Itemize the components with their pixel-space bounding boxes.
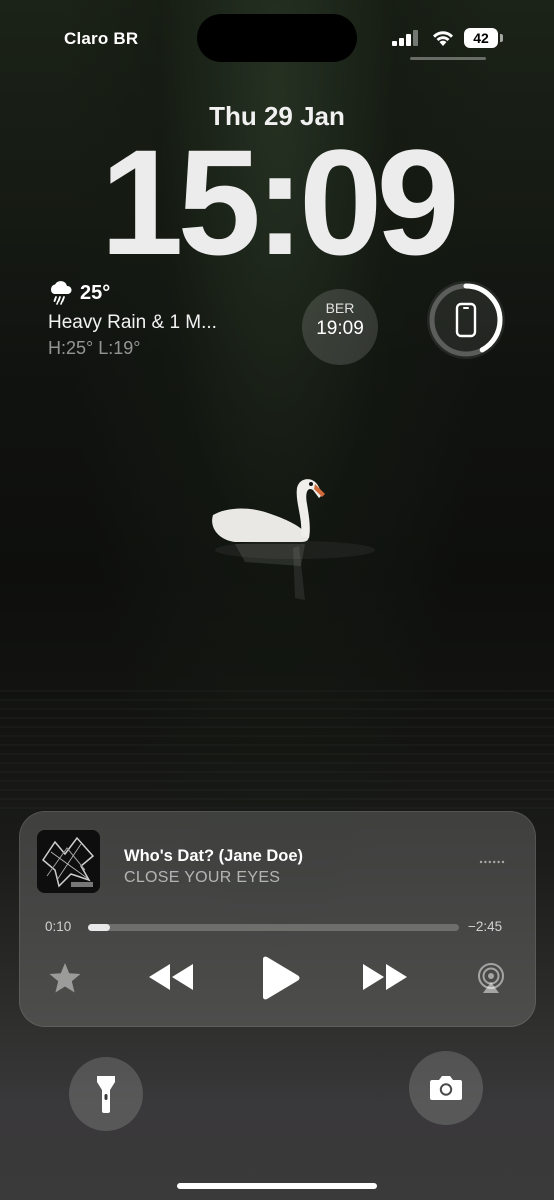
weather-high-low: H:25° L:19° bbox=[48, 338, 141, 358]
remaining-time: −2:45 bbox=[468, 919, 503, 934]
flashlight-icon bbox=[97, 1076, 115, 1113]
battery-widget[interactable] bbox=[427, 281, 505, 359]
playback-progress-fill bbox=[88, 924, 111, 931]
elapsed-time: 0:10 bbox=[45, 919, 72, 934]
home-indicator[interactable] bbox=[177, 1183, 377, 1189]
world-clock-time: 19:09 bbox=[316, 318, 364, 339]
carrier-name: Claro BR bbox=[64, 29, 139, 48]
battery-icon: 42 bbox=[464, 28, 504, 48]
dynamic-island bbox=[197, 14, 357, 62]
now-playing-widget[interactable]: Who's Dat? (Jane Doe) CLOSE YOUR EYES 0:… bbox=[19, 811, 536, 1027]
iphone-icon bbox=[455, 302, 477, 338]
star-icon[interactable] bbox=[48, 962, 82, 994]
water-reflection bbox=[0, 690, 554, 810]
album-artwork[interactable] bbox=[37, 830, 100, 893]
track-title: Who's Dat? (Jane Doe) bbox=[124, 847, 304, 865]
play-icon[interactable] bbox=[259, 956, 301, 1000]
control-center-hint[interactable] bbox=[410, 57, 486, 60]
swan-image bbox=[212, 479, 375, 600]
flashlight-button[interactable] bbox=[69, 1057, 143, 1131]
more-options-icon[interactable] bbox=[479, 860, 505, 864]
track-artist: CLOSE YOUR EYES bbox=[124, 869, 281, 886]
rewind-icon[interactable] bbox=[147, 962, 195, 992]
heavy-rain-cloud-icon bbox=[50, 281, 72, 305]
weather-condition: Heavy Rain & 1 M... bbox=[48, 312, 217, 333]
battery-percentage: 42 bbox=[473, 30, 489, 46]
weather-temperature: 25° bbox=[80, 281, 111, 304]
camera-button[interactable] bbox=[409, 1051, 483, 1125]
playback-scrubber[interactable] bbox=[88, 924, 459, 931]
airplay-icon[interactable] bbox=[475, 962, 507, 994]
lock-screen-time: 15:09 bbox=[100, 118, 460, 286]
camera-icon bbox=[430, 1076, 462, 1100]
status-bar: Claro BR 42 bbox=[0, 0, 554, 62]
world-clock-widget[interactable]: BER 19:09 bbox=[302, 289, 378, 365]
fast-forward-icon[interactable] bbox=[361, 962, 409, 992]
cellular-signal-icon bbox=[392, 30, 418, 46]
wifi-icon bbox=[433, 31, 453, 46]
weather-widget[interactable]: 25° Heavy Rain & 1 M... H:25° L:19° bbox=[48, 280, 217, 359]
world-clock-city: BER bbox=[325, 300, 355, 316]
